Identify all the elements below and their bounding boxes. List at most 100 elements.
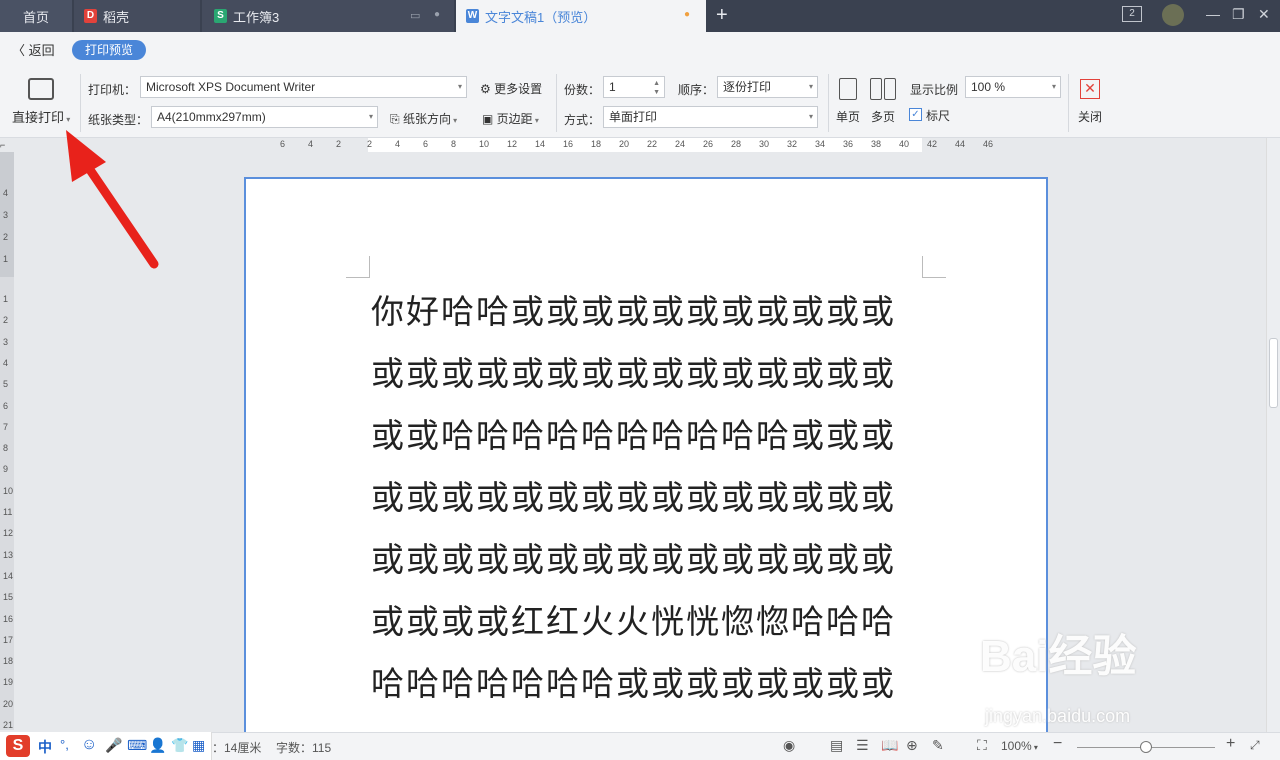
- ruler-tick-label: 44: [955, 139, 966, 149]
- zoom-label: 显示比例: [910, 83, 959, 97]
- ime-mode[interactable]: 中: [38, 737, 52, 757]
- ruler-tick-label: 7: [3, 421, 9, 432]
- printer-value: Microsoft XPS Document Writer: [146, 80, 316, 94]
- back-button[interactable]: 〈 返回: [12, 40, 55, 59]
- separator: [556, 74, 557, 132]
- zoom-select[interactable]: 100 % ▾: [965, 76, 1061, 98]
- tab-docer[interactable]: D 稻壳: [74, 0, 200, 32]
- copies-stepper[interactable]: 1 ▲ ▼: [603, 76, 665, 98]
- close-button[interactable]: 关闭: [1078, 108, 1102, 125]
- window-count-badge[interactable]: 2: [1122, 6, 1142, 22]
- order-label: 顺序：: [678, 83, 715, 97]
- ruler-tick-label: 8: [451, 139, 457, 149]
- keyboard-icon[interactable]: ⌨: [127, 737, 147, 754]
- margins-button[interactable]: ▣ 页边距 ▾: [482, 110, 539, 127]
- multi-page-icon-second: [884, 78, 896, 100]
- order-select[interactable]: 逐份打印 ▾: [717, 76, 818, 98]
- ruler-tick-label: 38: [871, 139, 882, 149]
- reading-view-icon[interactable]: 📖: [881, 737, 898, 754]
- zoom-in-button[interactable]: +: [1226, 735, 1235, 753]
- ruler-checkbox-label: 标尺: [926, 109, 951, 123]
- avatar[interactable]: [1162, 4, 1184, 26]
- ruler-tick-label: 40: [899, 139, 910, 149]
- microphone-icon[interactable]: 🎤: [105, 737, 122, 754]
- pen-icon[interactable]: ✎: [932, 737, 944, 754]
- back-label: 返回: [28, 43, 55, 58]
- page-view-icon[interactable]: ▤: [830, 737, 843, 754]
- close-window-icon[interactable]: ✕: [1258, 6, 1270, 23]
- tab-workbook-label: 工作簿3: [233, 9, 280, 25]
- web-view-icon[interactable]: ⊕: [906, 737, 918, 754]
- document-page: 你好哈哈或或或或或或或或或或或 或或或或或或或或或或或或或或或 或或哈哈哈哈哈哈哈哈…: [244, 177, 1048, 737]
- printer-select[interactable]: Microsoft XPS Document Writer ▾: [140, 76, 467, 98]
- mode-select[interactable]: 单面打印 ▾: [603, 106, 818, 128]
- toolbox-icon[interactable]: ▦: [192, 737, 205, 754]
- ruler-tick-label: 3: [3, 210, 9, 220]
- margin-corner-top-left: [346, 256, 370, 278]
- ruler-tick-label: 10: [3, 485, 14, 496]
- emoji-icon[interactable]: ☺: [81, 736, 97, 754]
- eye-icon[interactable]: ◉: [783, 737, 795, 754]
- ruler-tick-label: 36: [843, 139, 854, 149]
- ruler-tick-label: 21: [3, 720, 14, 730]
- print-preview-badge: 打印预览: [72, 40, 146, 60]
- outline-view-icon[interactable]: ☰: [856, 737, 869, 754]
- close-icon[interactable]: ✕: [1080, 79, 1100, 99]
- vertical-scrollbar[interactable]: [1266, 138, 1280, 732]
- fullscreen-icon[interactable]: ⤢: [1250, 738, 1260, 753]
- sogou-icon[interactable]: S: [6, 735, 30, 757]
- multi-page-icon[interactable]: [870, 78, 882, 100]
- paper-direction-button[interactable]: ⎘ 纸张方向 ▾: [390, 110, 457, 127]
- order-value: 逐份打印: [723, 80, 772, 94]
- ruler-tick-label: 34: [815, 139, 826, 149]
- copies-value: 1: [609, 80, 616, 94]
- mode-label: 方式：: [564, 113, 601, 127]
- ruler-tick-label: 32: [787, 139, 798, 149]
- monitor-icon[interactable]: ▭: [410, 9, 420, 22]
- chevron-down-icon: ▾: [457, 82, 462, 91]
- scrollbar-thumb[interactable]: [1269, 338, 1278, 408]
- paper-direction-label: 纸张方向: [402, 112, 451, 126]
- new-tab-button[interactable]: +: [716, 4, 728, 27]
- ruler-tick-label: 28: [731, 139, 742, 149]
- more-settings-button[interactable]: ⚙ 更多设置: [480, 80, 542, 97]
- user-icon[interactable]: 👤: [149, 737, 166, 754]
- ruler-tick-label: 4: [395, 139, 401, 149]
- multi-page-button[interactable]: 多页: [871, 108, 895, 125]
- printer-icon[interactable]: [28, 78, 54, 100]
- punctuation-icon[interactable]: °,: [60, 737, 69, 752]
- unsaved-dot-icon: ●: [684, 9, 691, 20]
- skin-icon[interactable]: 👕: [171, 737, 188, 754]
- ruler-tick-label: 14: [3, 570, 14, 581]
- zoom-dropdown[interactable]: 100% ▾: [1001, 739, 1038, 753]
- tab-document-preview[interactable]: W 文字文稿1（预览） ●: [456, 0, 706, 32]
- ruler-tick-label: 2: [336, 139, 342, 149]
- tab-bar: 首页 D 稻壳 S 工作簿3 ▭ ● W 文字文稿1（预览） ● + 2 — ❐…: [0, 0, 1280, 32]
- document-line: 或或或或红红火火恍恍惚惚哈哈哈: [371, 602, 896, 641]
- tab-home[interactable]: 首页: [0, 0, 72, 32]
- single-page-button[interactable]: 单页: [836, 108, 860, 125]
- minimize-icon[interactable]: —: [1206, 6, 1220, 22]
- margin-corner-top-right: [922, 256, 946, 278]
- tab-workbook[interactable]: S 工作簿3 ▭ ●: [202, 0, 454, 32]
- paper-type-select[interactable]: A4(210mmx297mm) ▾: [151, 106, 378, 128]
- fit-page-icon[interactable]: ⛶: [977, 737, 987, 754]
- ime-toolbar: S 中 °, ☺ 🎤 ⌨ 👤 👕 ▦: [0, 732, 212, 760]
- ruler-checkbox[interactable]: ✓: [909, 108, 922, 121]
- spreadsheet-icon: S: [214, 9, 227, 23]
- ruler-tick-label: 12: [507, 139, 518, 149]
- ruler-tick-label: 15: [3, 592, 14, 603]
- zoom-out-button[interactable]: −: [1053, 735, 1062, 753]
- stepper-arrows-icon[interactable]: ▲ ▼: [653, 79, 660, 97]
- ruler-tick-label: 17: [3, 634, 14, 645]
- ruler-tick-label: 10: [479, 139, 490, 149]
- ruler-tick-label: 2: [367, 139, 373, 149]
- zoom-slider-handle[interactable]: [1140, 741, 1152, 753]
- zoom-value: 100 %: [971, 80, 1006, 94]
- restore-icon[interactable]: ❐: [1232, 6, 1245, 23]
- close-tab-icon[interactable]: ●: [434, 9, 440, 20]
- ruler-tick-label: 18: [591, 139, 602, 149]
- tab-stop-icon[interactable]: ⌐: [0, 140, 10, 152]
- single-page-icon[interactable]: [839, 78, 857, 100]
- document-line: 或或哈哈哈哈哈哈哈哈哈哈或或或: [371, 416, 896, 455]
